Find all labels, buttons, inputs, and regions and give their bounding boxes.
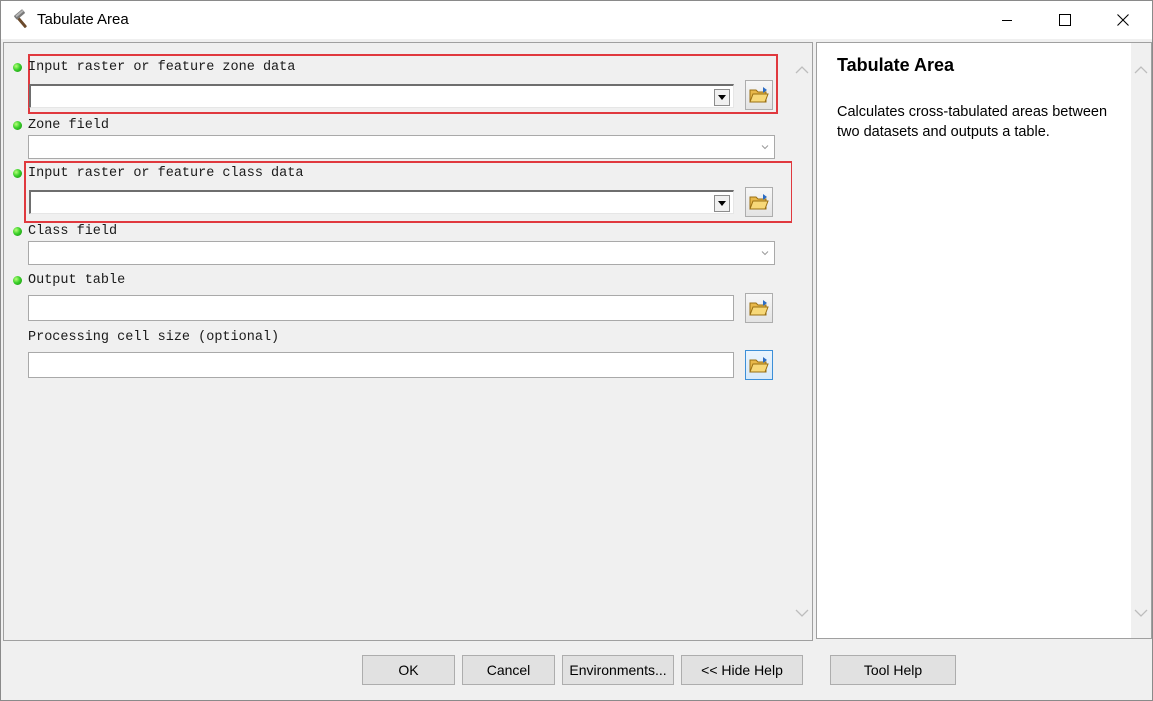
scroll-down-icon[interactable] <box>795 608 809 618</box>
zone-field-combobox[interactable] <box>28 135 775 159</box>
environments-button[interactable]: Environments... <box>562 655 674 685</box>
parameters-pane: Input raster or feature zone data Zone f… <box>3 42 813 641</box>
ok-button[interactable]: OK <box>362 655 455 685</box>
cancel-button[interactable]: Cancel <box>462 655 555 685</box>
title-bar: Tabulate Area <box>1 1 1152 39</box>
required-indicator-icon <box>13 227 22 236</box>
class-field-combobox[interactable] <box>28 241 775 265</box>
class-field-label: Class field <box>28 224 118 239</box>
class-data-dropdown-button[interactable] <box>714 195 730 212</box>
scroll-up-icon[interactable] <box>795 65 809 75</box>
zone-data-label: Input raster or feature zone data <box>28 60 296 75</box>
cell-size-input[interactable] <box>28 352 734 378</box>
hide-help-button[interactable]: << Hide Help <box>681 655 803 685</box>
zone-data-combobox[interactable] <box>29 84 734 108</box>
cell-size-label: Processing cell size (optional) <box>28 330 280 345</box>
required-indicator-icon <box>13 121 22 130</box>
dropdown-arrow-icon <box>718 201 726 206</box>
zone-data-browse-button[interactable] <box>745 80 773 110</box>
chevron-down-icon <box>761 145 769 150</box>
required-indicator-icon <box>13 276 22 285</box>
required-indicator-icon <box>13 169 22 178</box>
tool-dialog-window: Tabulate Area Input raster or feature zo… <box>0 0 1153 701</box>
dropdown-arrow-icon <box>718 95 726 100</box>
help-description: Calculates cross-tabulated areas between… <box>837 104 1108 140</box>
help-title: Tabulate Area <box>837 55 955 75</box>
help-pane: Tabulate Area Calculates cross-tabulated… <box>816 42 1152 639</box>
output-table-input[interactable] <box>28 295 734 321</box>
chevron-down-icon <box>761 251 769 256</box>
dialog-button-bar: OK Cancel Environments... << Hide Help T… <box>1 641 1152 701</box>
scroll-down-icon[interactable] <box>1134 608 1148 618</box>
class-data-label: Input raster or feature class data <box>28 166 304 181</box>
required-indicator-icon <box>13 63 22 72</box>
window-title: Tabulate Area <box>37 11 129 28</box>
minimize-button[interactable] <box>978 1 1036 39</box>
zone-data-dropdown-button[interactable] <box>714 89 730 106</box>
class-data-browse-button[interactable] <box>745 187 773 217</box>
open-folder-icon <box>749 194 769 210</box>
hammer-icon <box>11 9 33 31</box>
cell-size-browse-button[interactable] <box>745 350 773 380</box>
open-folder-icon <box>749 300 769 316</box>
parameters-scrollbar[interactable] <box>792 43 812 640</box>
tool-help-button[interactable]: Tool Help <box>830 655 956 685</box>
close-icon <box>1117 14 1129 26</box>
help-scrollbar[interactable] <box>1131 43 1151 638</box>
scroll-up-icon[interactable] <box>1134 65 1148 75</box>
output-table-label: Output table <box>28 273 126 288</box>
open-folder-icon <box>749 87 769 103</box>
zone-field-label: Zone field <box>28 118 110 133</box>
close-button[interactable] <box>1094 1 1152 39</box>
open-folder-icon <box>749 357 769 373</box>
output-table-browse-button[interactable] <box>745 293 773 323</box>
maximize-button[interactable] <box>1036 1 1094 39</box>
maximize-icon <box>1059 14 1071 26</box>
minimize-icon <box>1002 20 1012 21</box>
class-data-combobox[interactable] <box>29 190 734 214</box>
